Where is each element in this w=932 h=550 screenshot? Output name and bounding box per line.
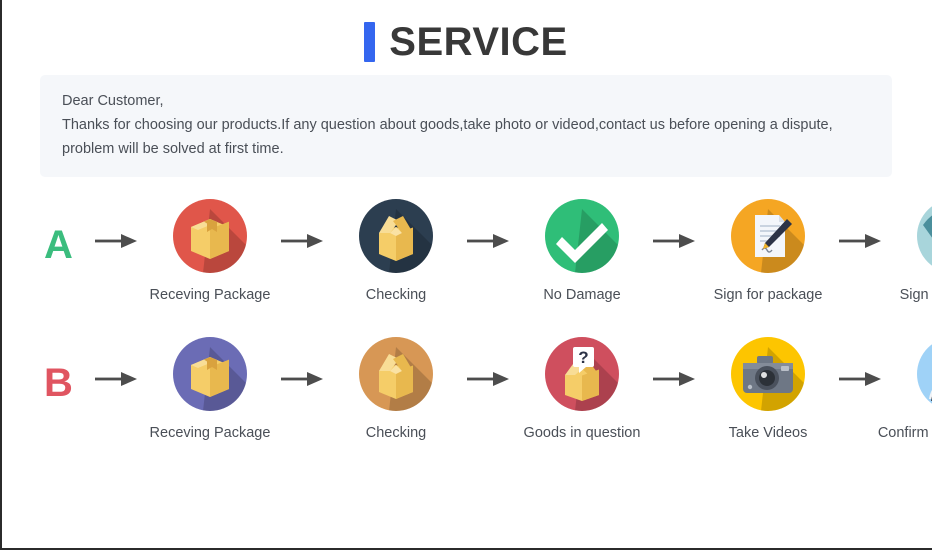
flow-step[interactable]: Take Videos [702,337,834,443]
arrow-right-icon [90,337,144,421]
notice-line-3: problem will be solved at first time. [62,141,284,157]
closed-box-icon [173,199,247,273]
service-flow-container: A Receving Package Checking No Damage Sign f… [0,199,932,463]
flow-step-label: Receving Package [149,425,271,441]
flow-step-label: Checking [365,425,427,441]
check-mark-icon [545,199,619,273]
flow-step[interactable]: Checking [330,337,462,443]
arrow-right-icon [834,337,888,421]
person-icon [917,337,932,411]
camera-icon [731,337,805,411]
flow-row-b: B Receving Package Checking? Goods in quest… [0,337,932,463]
flow-step[interactable]: Checking [330,199,462,305]
arrow-right-icon [462,337,516,421]
notice-line-2: Thanks for choosing our products.If any … [62,117,833,133]
page-title: SERVICE [0,0,932,62]
flow-step[interactable]: Receving Package [144,337,276,443]
customer-notice-box: Dear Customer, Thanks for choosing our p… [40,75,892,177]
arrow-right-icon [276,337,330,421]
open-box-icon [359,337,433,411]
flow-step-label: Take Videos [728,425,808,441]
flow-letter-b: B [44,361,73,405]
flow-step-label: Sign for package [713,287,823,303]
flow-step-label: Confirm problem,refund money [877,425,932,441]
notice-line-1: Dear Customer, [62,93,164,109]
question-box-icon: ? [545,337,619,411]
arrow-right-icon [462,199,516,283]
arrow-right-icon [90,199,144,283]
document-pen-icon [731,199,805,273]
flow-step[interactable]: Sign for package [888,199,932,305]
flow-step-label: No Damage [543,287,621,303]
flow-step[interactable]: Receving Package [144,199,276,305]
flow-step-label: Sign for package [899,287,932,303]
flow-step-label: Checking [365,287,427,303]
flow-step[interactable]: ? Goods in question [516,337,648,443]
arrow-right-icon [648,337,702,421]
flow-step[interactable]: No Damage [516,199,648,305]
flow-letter-a: A [44,223,73,267]
flow-row-a: A Receving Package Checking No Damage Sign f… [0,199,932,305]
arrow-right-icon [276,199,330,283]
flow-step-label: Goods in question [523,425,641,441]
title-accent-bar [364,21,376,62]
flow-step[interactable]: Confirm problem,refund money [878,337,932,463]
title-text: SERVICE [389,19,568,64]
closed-box-icon [173,337,247,411]
arrow-right-icon [834,199,888,283]
flow-step[interactable]: Sign for package [702,199,834,305]
arrow-right-icon [648,199,702,283]
flow-step-label: Receving Package [149,287,271,303]
handshake-icon [917,199,932,273]
svg-text:?: ? [578,348,588,367]
open-box-icon [359,199,433,273]
